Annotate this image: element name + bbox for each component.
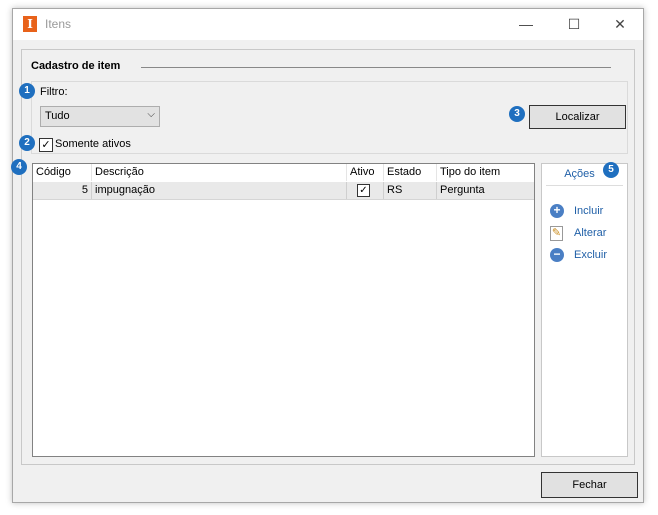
only-active-label: Somente ativos: [55, 138, 131, 150]
actions-panel: Ações + Incluir ✎ Alterar − Excluir: [541, 163, 628, 457]
callout-marker-4: 4: [11, 159, 27, 175]
group-title: Cadastro de item: [31, 60, 121, 72]
minimize-button[interactable]: —: [503, 9, 549, 40]
add-item-label: Incluir: [574, 205, 604, 217]
cell-descricao: impugnação: [92, 182, 347, 199]
minus-circle-icon: −: [550, 248, 564, 262]
plus-circle-icon: +: [550, 204, 564, 218]
filter-select[interactable]: Tudo ⌵: [40, 106, 160, 127]
callout-marker-5: 5: [603, 162, 619, 178]
app-logo-icon: I: [23, 16, 37, 32]
filter-label: Filtro:: [40, 86, 68, 98]
cell-ativo: ✓: [347, 182, 384, 199]
delete-item-label: Excluir: [574, 249, 608, 261]
search-button[interactable]: Localizar: [529, 105, 626, 129]
column-header-tipo[interactable]: Tipo do item: [437, 164, 534, 181]
window-title: Itens: [45, 17, 72, 31]
group-title-divider: [141, 67, 611, 68]
filter-selected-value: Tudo: [45, 110, 70, 122]
cell-codigo: 5: [33, 182, 92, 199]
app-window: I Itens — ☐ ✕ Cadastro de item Filtro: T…: [12, 8, 644, 503]
callout-marker-2: 2: [19, 135, 35, 151]
callout-marker-3: 3: [509, 106, 525, 122]
column-header-estado[interactable]: Estado: [384, 164, 437, 181]
close-window-button[interactable]: ✕: [597, 9, 643, 40]
column-header-descricao[interactable]: Descrição: [92, 164, 347, 181]
chevron-down-icon: ⌵: [147, 109, 155, 120]
items-grid[interactable]: Código Descrição Ativo Estado Tipo do it…: [32, 163, 535, 457]
title-bar[interactable]: I Itens — ☐ ✕: [13, 9, 643, 40]
callout-marker-1: 1: [19, 83, 35, 99]
column-header-codigo[interactable]: Código: [33, 164, 92, 181]
table-row[interactable]: 5 impugnação ✓ RS Pergunta: [33, 182, 534, 200]
maximize-button[interactable]: ☐: [551, 9, 597, 40]
cell-estado: RS: [384, 182, 437, 199]
cell-tipo: Pergunta: [440, 184, 485, 196]
edit-item-label: Alterar: [574, 227, 607, 239]
ativo-checkbox[interactable]: ✓: [357, 184, 370, 197]
only-active-checkbox[interactable]: ✓: [39, 138, 53, 152]
edit-pencil-icon: ✎: [550, 226, 563, 241]
close-button[interactable]: Fechar: [541, 472, 638, 498]
actions-divider: [546, 185, 623, 186]
column-header-ativo[interactable]: Ativo: [347, 164, 384, 181]
